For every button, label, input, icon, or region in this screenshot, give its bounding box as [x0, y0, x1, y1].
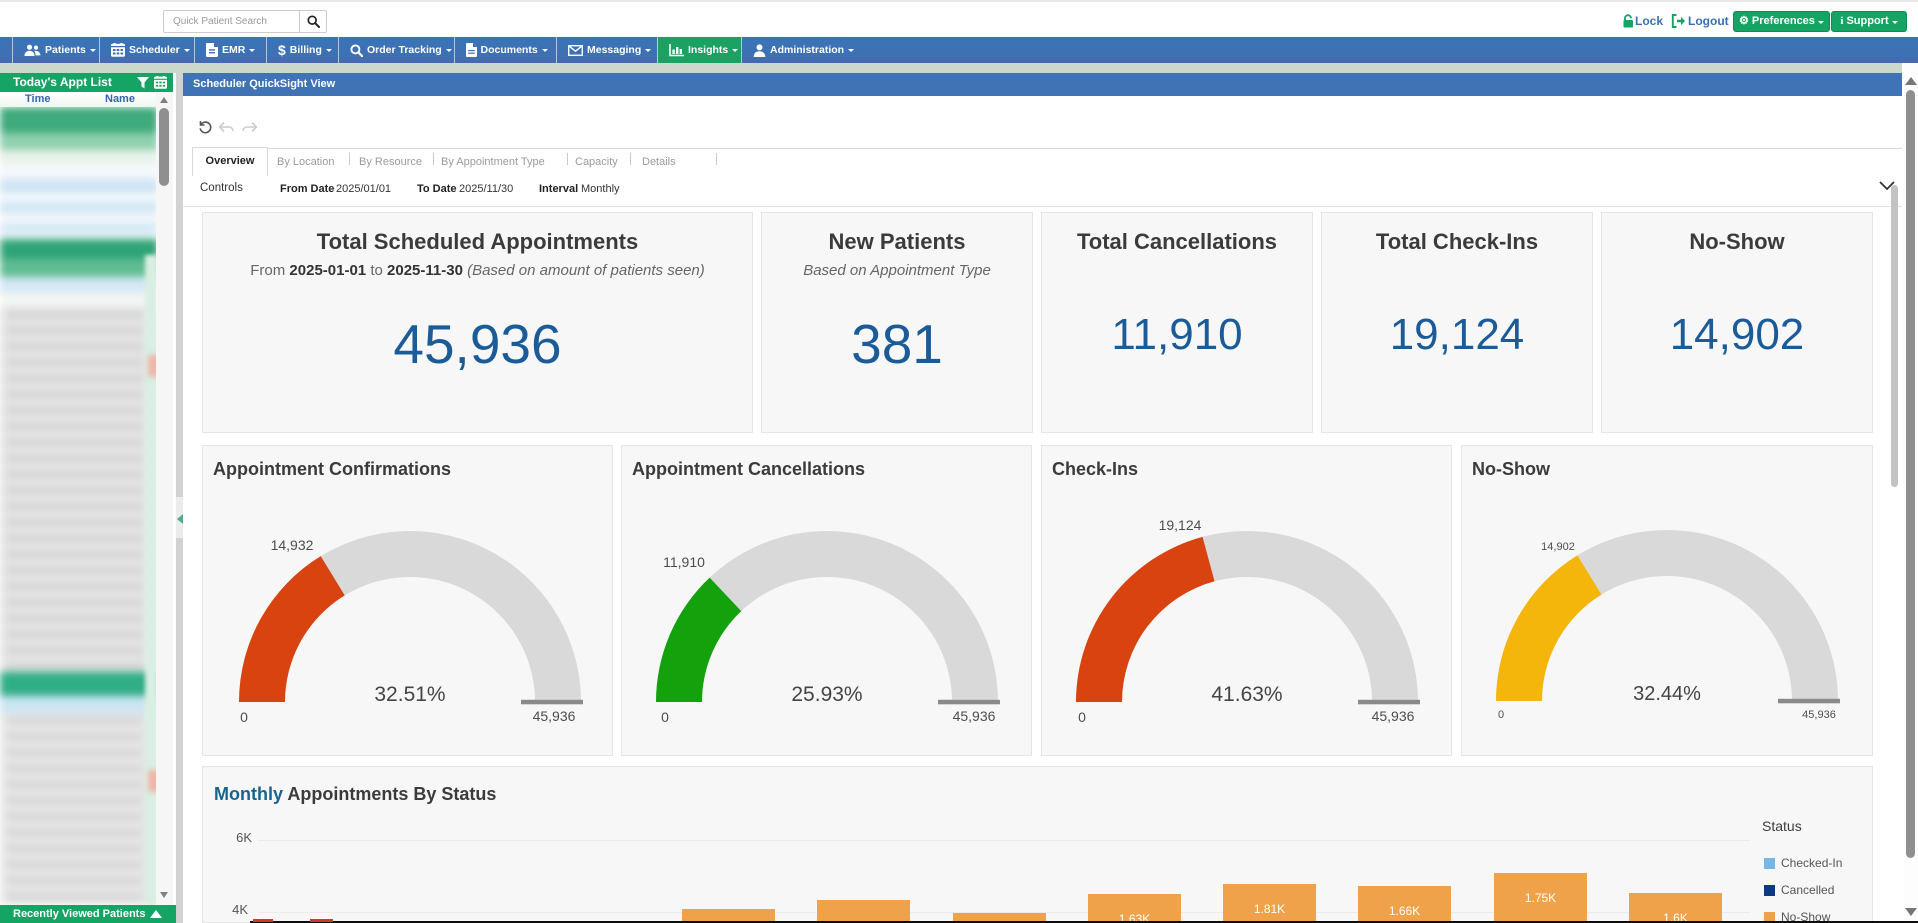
svg-text:0: 0 [661, 709, 669, 725]
svg-text:14,932: 14,932 [271, 537, 314, 553]
svg-text:14,902: 14,902 [1541, 541, 1575, 553]
svg-text:0: 0 [240, 709, 248, 725]
svg-text:0: 0 [1078, 709, 1086, 725]
svg-text:32.51%: 32.51% [374, 683, 445, 706]
svg-text:32.44%: 32.44% [1633, 683, 1701, 705]
svg-text:45,936: 45,936 [533, 708, 576, 724]
svg-text:45,936: 45,936 [1802, 709, 1836, 721]
svg-text:25.93%: 25.93% [791, 683, 862, 706]
svg-text:45,936: 45,936 [953, 708, 996, 724]
svg-text:41.63%: 41.63% [1211, 683, 1282, 706]
svg-text:19,124: 19,124 [1159, 517, 1202, 533]
svg-text:0: 0 [1498, 709, 1504, 721]
svg-text:45,936: 45,936 [1372, 708, 1415, 724]
svg-text:11,910: 11,910 [663, 554, 705, 570]
